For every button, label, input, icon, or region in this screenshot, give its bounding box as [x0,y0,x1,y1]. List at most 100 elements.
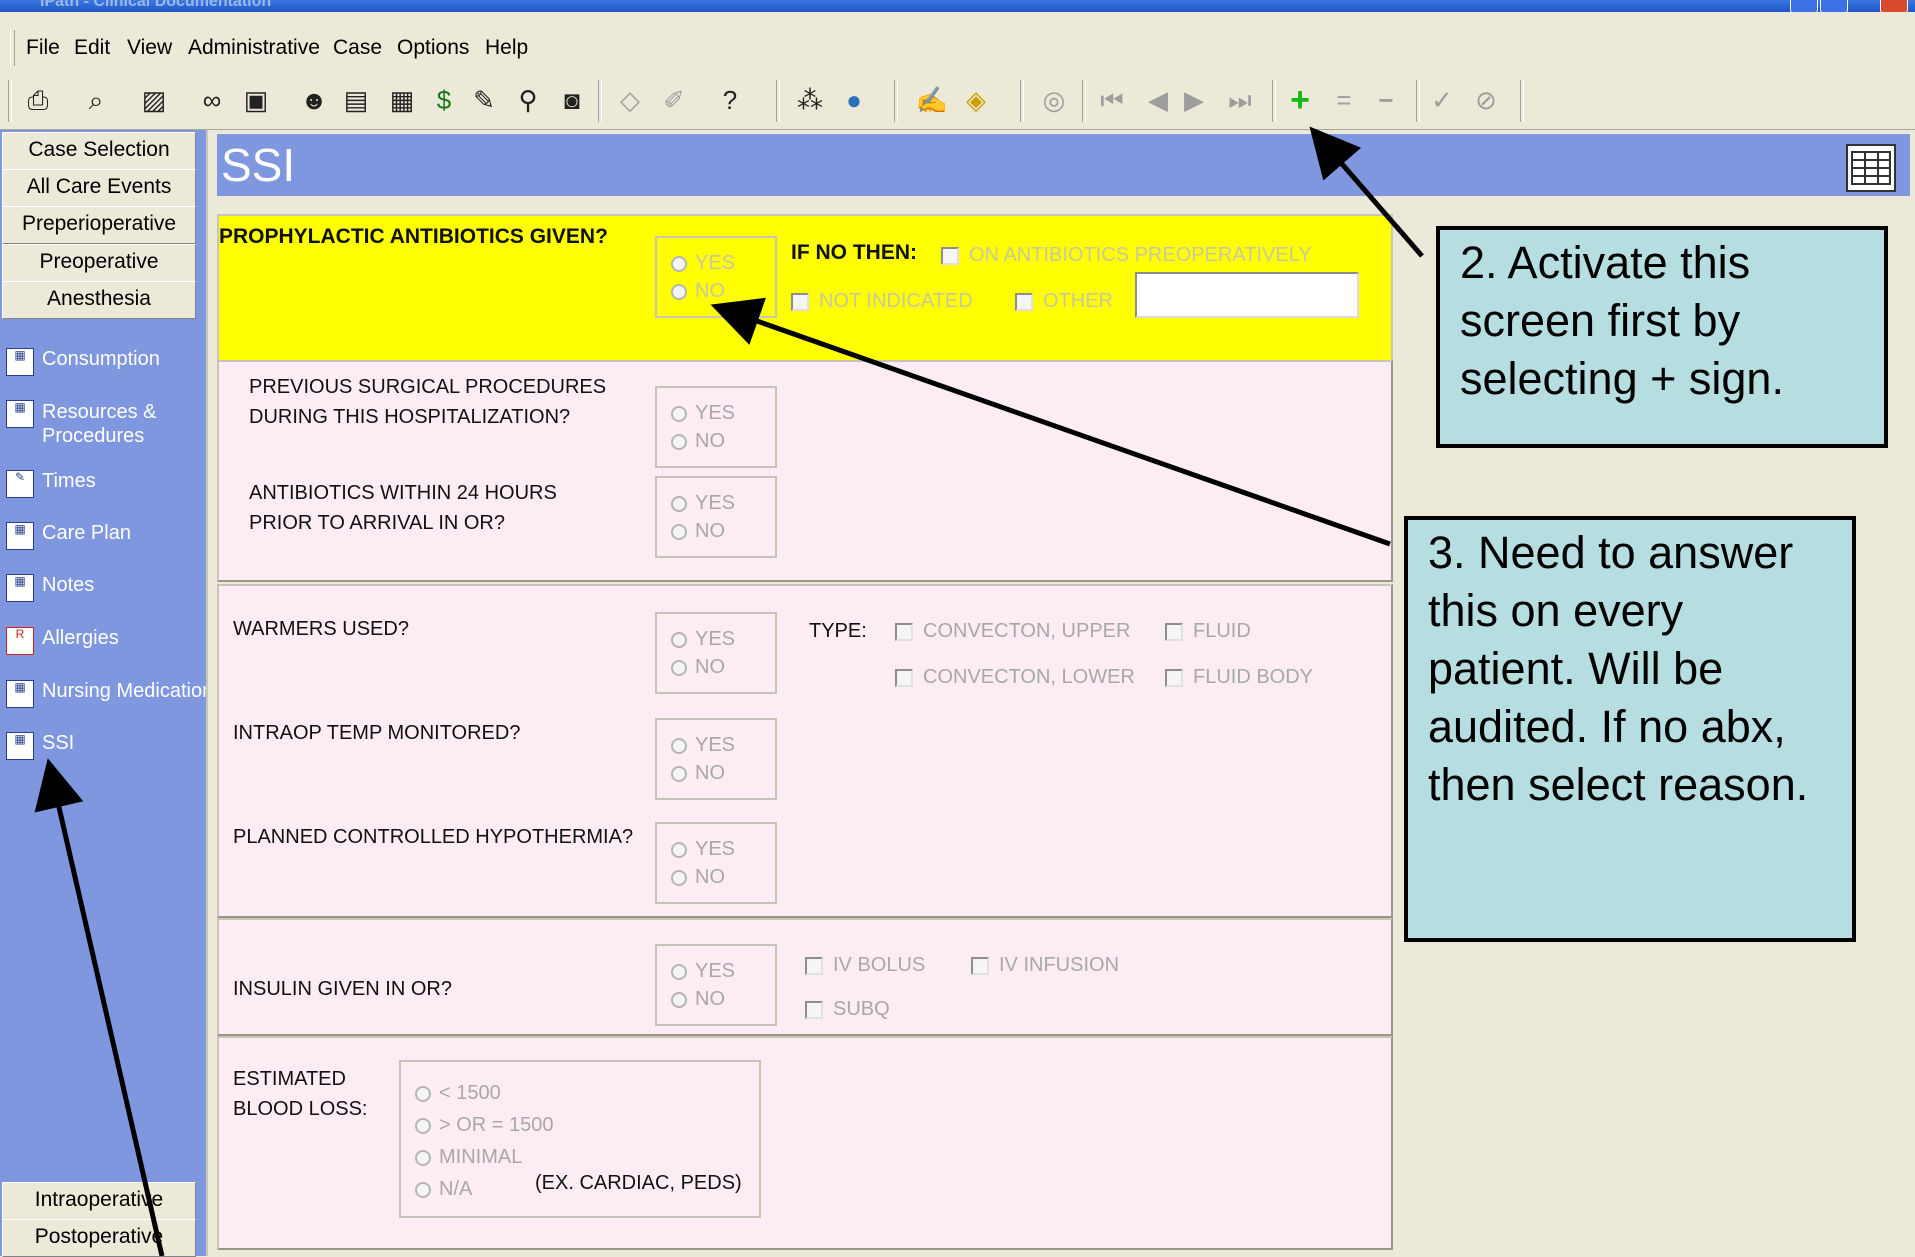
nav-all-care-events[interactable]: All Care Events [2,169,196,207]
insulin-no-radio[interactable]: NO [671,988,725,1011]
checkbox-box [941,246,959,265]
nav-link-resources-procedures[interactable]: ▦ Resources & Procedures [6,400,166,452]
calculator-icon[interactable]: ▤ [338,82,374,118]
find-icon[interactable]: ◎ [1036,82,1072,118]
head-icon[interactable]: ☻ [296,82,332,118]
nav-link-care-plan[interactable]: ▦ Care Plan [6,522,131,558]
radio-label: NO [695,656,725,678]
help-icon[interactable]: ? [712,82,748,118]
brush-icon[interactable]: ✐ [656,82,692,118]
glasses-icon[interactable]: ∞ [194,82,230,118]
nav-link-allergies[interactable]: R Allergies [6,627,119,663]
printer-icon[interactable]: ⎙ [20,82,56,118]
cancel-icon[interactable]: ⊘ [1468,82,1504,118]
search-doc-icon[interactable]: ▣ [238,82,274,118]
add-icon[interactable]: + [1282,82,1318,118]
minus-icon[interactable]: − [1368,82,1404,118]
on-antibiotics-checkbox[interactable]: ON ANTIBIOTICS PREOPERATIVELY [941,244,1312,267]
intraop-temp-no-radio[interactable]: NO [671,762,725,785]
nav-link-label: Resources & Procedures [42,401,157,447]
nav-preperioperative[interactable]: Preperioperative [2,206,196,244]
nav-link-times[interactable]: ✎ Times [6,470,96,506]
antibiotics-24-yes-radio[interactable]: YES [671,492,735,515]
toolbar: ⎙ ⌕ ▨ ∞ ▣ ☻ ▤ ▦ $ ✎ ⚲ ◙ ◇ ✐ ? ⁂ ● ✍ ◈ ◎ … [0,72,1915,130]
menu-case[interactable]: Case [333,36,382,60]
nav-intraoperative[interactable]: Intraoperative [2,1182,196,1220]
next-record-icon[interactable]: ▶ [1176,82,1212,118]
radio-circle [415,1085,431,1102]
iv-infusion-checkbox[interactable]: IV INFUSION [971,954,1119,977]
radio-label: < 1500 [439,1082,501,1104]
signature-icon[interactable]: ✍ [914,82,950,118]
nav-link-nursing-medication[interactable]: ▦ Nursing Medication [6,680,206,716]
iv-bolus-checkbox[interactable]: IV BOLUS [805,954,925,977]
fluid-checkbox[interactable]: FLUID [1165,620,1251,643]
radio-circle [671,433,687,450]
check-icon[interactable]: ✓ [1424,82,1460,118]
report-icon[interactable]: ▨ [136,82,172,118]
blood-loss-over-1500-radio[interactable]: > OR = 1500 [415,1114,554,1137]
radio-label: NO [695,762,725,784]
grid-icon: ▦ [6,732,34,760]
pen-icon[interactable]: ✎ [466,82,502,118]
convecton-upper-checkbox[interactable]: CONVECTON, UPPER [895,620,1130,643]
radio-label: N/A [439,1178,473,1200]
hypothermia-no-radio[interactable]: NO [671,866,725,889]
nav-preoperative[interactable]: Preoperative [2,244,196,282]
intraop-temp-label: INTRAOP TEMP MONITORED? [233,722,521,744]
first-record-icon[interactable]: ⏮ [1094,82,1130,118]
warmers-no-radio[interactable]: NO [671,656,725,679]
dollar-icon[interactable]: $ [426,82,462,118]
menu-administrative[interactable]: Administrative [188,36,320,60]
nav-link-ssi[interactable]: ▦ SSI [6,732,74,768]
fluid-body-checkbox[interactable]: FLUID BODY [1165,666,1313,689]
insulin-yes-radio[interactable]: YES [671,960,735,983]
last-record-icon[interactable]: ⏭ [1222,82,1258,118]
hypothermia-yes-radio[interactable]: YES [671,838,735,861]
hypothermia-label: PLANNED CONTROLLED HYPOTHERMIA? [233,826,634,848]
previous-surgical-yes-radio[interactable]: YES [671,402,735,425]
other-checkbox[interactable]: OTHER [1015,290,1113,313]
eraser-icon[interactable]: ◇ [612,82,648,118]
antibiotics-24-no-radio[interactable]: NO [671,520,725,543]
menu-help[interactable]: Help [485,36,528,60]
other-reason-input[interactable] [1135,272,1359,318]
menu-file[interactable]: File [26,36,60,60]
prev-record-icon[interactable]: ◀ [1140,82,1176,118]
radio-circle [671,523,687,540]
intraop-temp-yes-radio[interactable]: YES [671,734,735,757]
menu-view[interactable]: View [127,36,172,60]
camera-icon[interactable]: ◙ [554,82,590,118]
note-icon[interactable]: ◈ [958,82,994,118]
radio-label: YES [695,734,736,756]
grid-view-icon[interactable] [1846,144,1896,192]
nav-link-notes[interactable]: ▦ Notes [6,574,94,610]
radio-circle [671,283,687,300]
prophylactic-no-radio[interactable]: NO [671,280,725,303]
warmers-yes-radio[interactable]: YES [671,628,735,651]
nav-case-selection[interactable]: Case Selection [2,132,196,170]
menu-options[interactable]: Options [397,36,469,60]
radio-label: YES [695,402,736,424]
nav-anesthesia[interactable]: Anesthesia [2,281,196,319]
wand-icon[interactable]: ⁂ [792,82,828,118]
ledger-icon[interactable]: ▦ [384,82,420,118]
menu-edit[interactable]: Edit [74,36,110,60]
previous-surgical-no-radio[interactable]: NO [671,430,725,453]
grid-icon: ▦ [6,574,34,602]
not-indicated-checkbox[interactable]: NOT INDICATED [791,290,973,313]
prophylactic-yes-radio[interactable]: YES [671,252,735,275]
globe-icon[interactable]: ● [836,82,872,118]
lookup-icon[interactable]: ⚲ [510,82,546,118]
preview-icon[interactable]: ⌕ [78,82,114,118]
blood-loss-minimal-radio[interactable]: MINIMAL [415,1146,522,1169]
menu-bar: File Edit View Administrative Case Optio… [0,24,1915,72]
checkbox-label: IV BOLUS [833,954,926,976]
blood-loss-under-1500-radio[interactable]: < 1500 [415,1082,501,1105]
nav-link-consumption[interactable]: ▦ Consumption [6,348,160,384]
convecton-lower-checkbox[interactable]: CONVECTON, LOWER [895,666,1135,689]
blood-loss-na-radio[interactable]: N/A [415,1178,472,1201]
nav-postoperative[interactable]: Postoperative [2,1219,196,1257]
equals-icon[interactable]: = [1326,82,1362,118]
subq-checkbox[interactable]: SUBQ [805,998,890,1021]
